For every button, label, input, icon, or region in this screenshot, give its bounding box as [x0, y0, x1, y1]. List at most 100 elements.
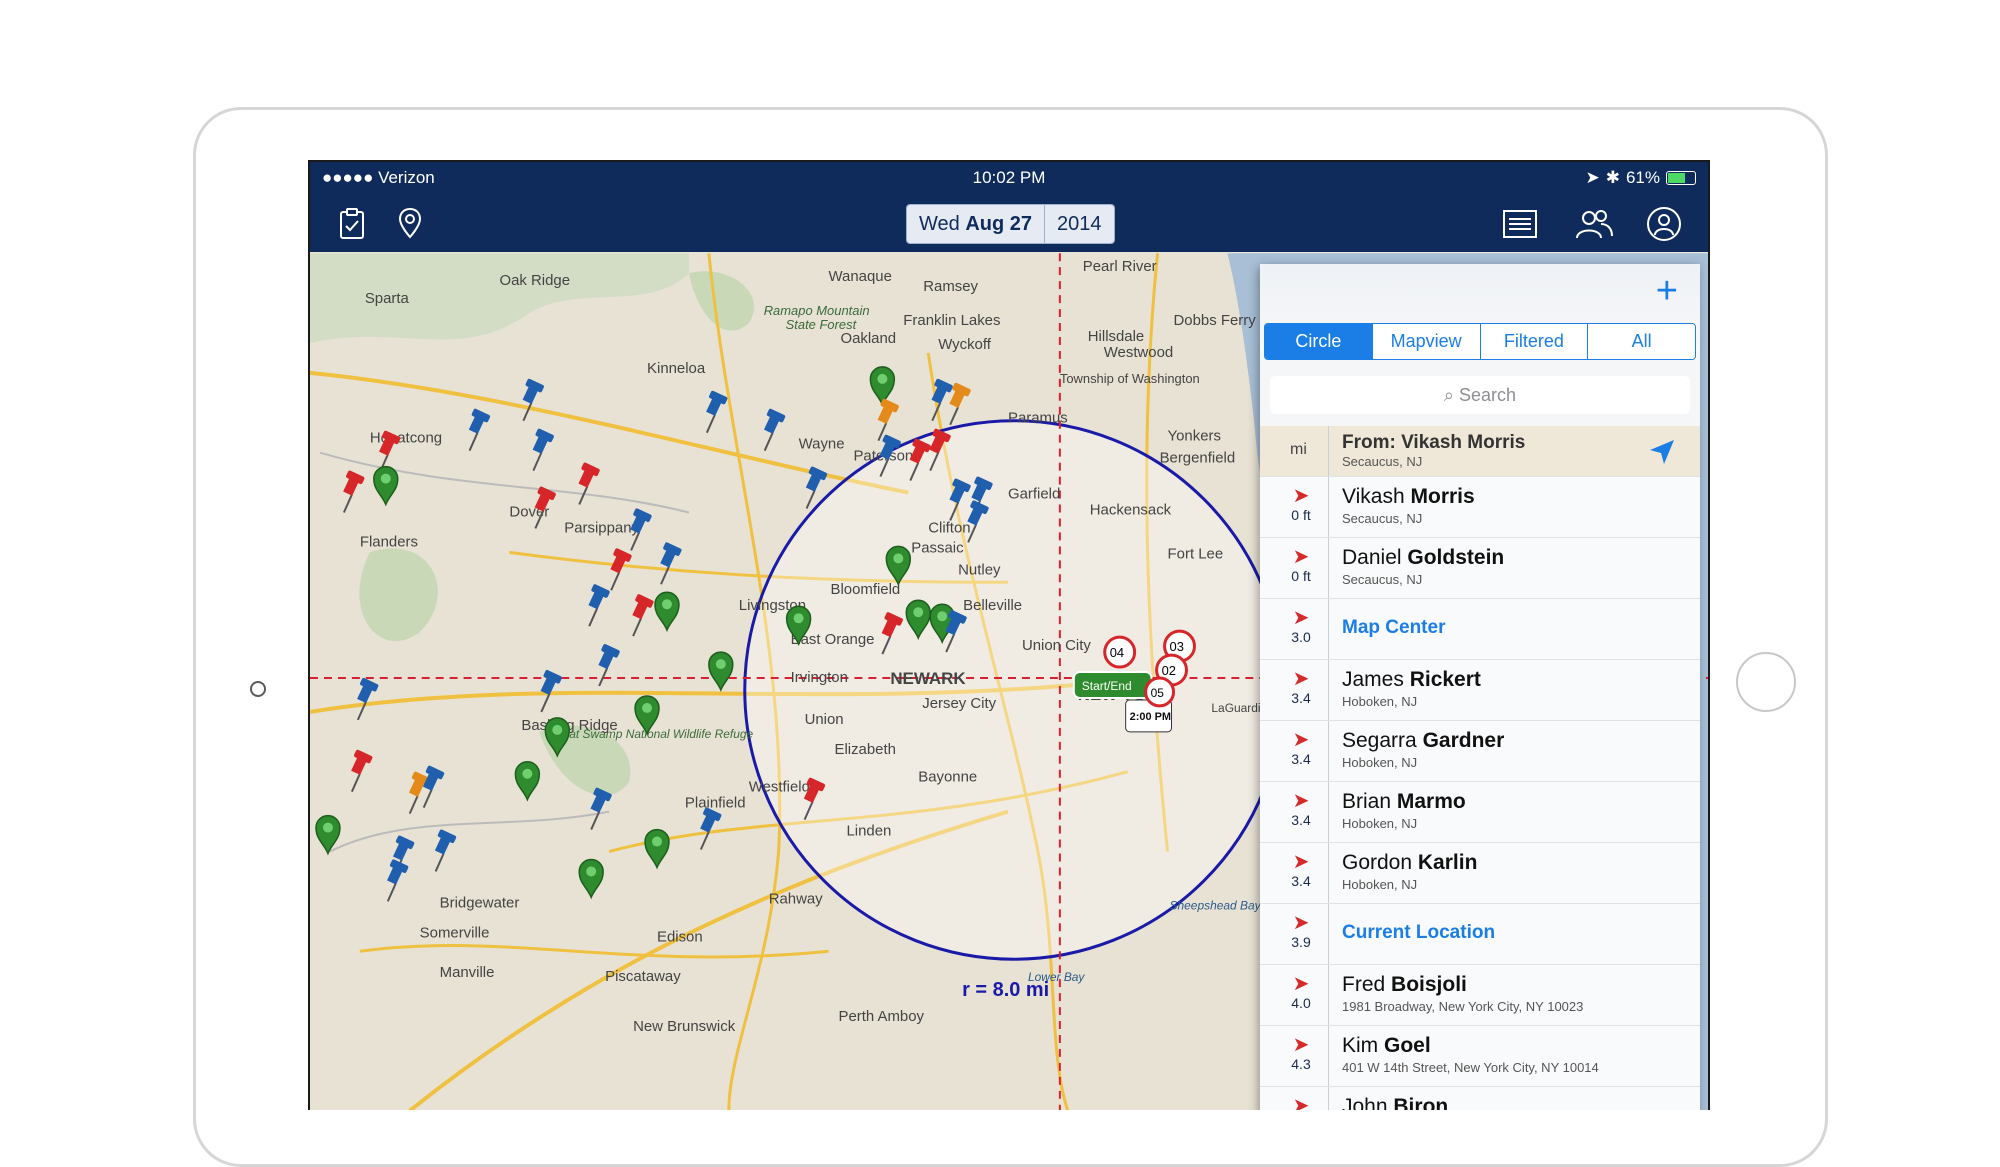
place-label: Somerville: [420, 924, 490, 941]
place-label: Perth Amboy: [838, 1008, 924, 1025]
search-input[interactable]: ⌕ Search: [1270, 376, 1690, 414]
place-label: Jersey City: [922, 695, 996, 712]
year-value[interactable]: 2014: [1044, 205, 1114, 243]
contact-row[interactable]: ➤ 3.4 Segarra Gardner Hoboken, NJ: [1260, 721, 1700, 782]
distance: ➤ 3.4: [1276, 729, 1326, 775]
contact-addr: 1981 Broadway, New York City, NY 10023: [1342, 999, 1584, 1014]
place-label: Hillsdale: [1088, 328, 1144, 345]
row-divider: [1328, 1026, 1329, 1086]
distance: ➤ 4.0: [1276, 973, 1326, 1019]
place-label: Sparta: [365, 290, 410, 307]
contact-row[interactable]: ➤ 0 ft Daniel Goldstein Secaucus, NJ: [1260, 538, 1700, 599]
segment-circle[interactable]: Circle: [1265, 324, 1372, 359]
direction-arrow-icon: ➤: [1292, 790, 1310, 812]
distance: ➤ 0 ft: [1276, 546, 1326, 592]
route-stop: 04: [1110, 645, 1124, 660]
segment-mapview[interactable]: Mapview: [1371, 324, 1480, 359]
place-label: Bloomfield: [831, 581, 901, 598]
panel-header: + Circle Mapview Filtered All: [1260, 264, 1700, 360]
direction-arrow-icon: ➤: [1292, 729, 1310, 751]
contact-row[interactable]: ➤ 0 ft Vikash Morris Secaucus, NJ: [1260, 477, 1700, 538]
status-bar: ●●●●● Verizon 10:02 PM ➤ ✱ 61%: [310, 162, 1708, 194]
last-name: Boisjoli: [1391, 973, 1467, 996]
profile-icon[interactable]: [1644, 204, 1684, 244]
contact-row[interactable]: ➤ 3.4 James Rickert Hoboken, NJ: [1260, 660, 1700, 721]
home-button[interactable]: [1736, 652, 1796, 712]
first-name: Gordon: [1342, 851, 1413, 874]
navigation-arrow-icon[interactable]: [1648, 438, 1676, 471]
start-end-label: Start/End: [1082, 679, 1132, 693]
direction-arrow-icon: ➤: [1292, 668, 1310, 690]
contact-addr: Hoboken, NJ: [1342, 755, 1418, 770]
place-label: New Brunswick: [633, 1018, 736, 1035]
last-name: Morris: [1410, 485, 1475, 508]
first-name: Vikash: [1342, 485, 1405, 508]
distance-value: 3.9: [1291, 934, 1311, 950]
row-divider: [1328, 426, 1329, 476]
place-label: Manville: [440, 964, 495, 981]
last-name: Goldstein: [1407, 546, 1505, 569]
contact-addr: Hoboken, NJ: [1342, 877, 1418, 892]
date-day: Wed: [919, 213, 960, 235]
special-row[interactable]: ➤ 3.9 Current Location: [1260, 904, 1700, 965]
contact-name: Segarra Gardner: [1342, 729, 1504, 753]
place-label: Oakland: [840, 330, 896, 347]
row-divider: [1328, 843, 1329, 903]
segment-filtered[interactable]: Filtered: [1479, 324, 1588, 359]
contact-name: James Rickert: [1342, 668, 1481, 692]
distance-value: 4.3: [1291, 1056, 1311, 1072]
place-label: Ramsey: [923, 278, 978, 295]
place-label: Wayne: [799, 436, 845, 453]
contact-row[interactable]: ➤ 4.0 Fred Boisjoli 1981 Broadway, New York…: [1260, 965, 1700, 1026]
bluetooth-icon: ✱: [1605, 168, 1620, 187]
place-label: Westwood: [1104, 344, 1173, 361]
list-icon[interactable]: [1500, 204, 1540, 244]
map-pin-icon[interactable]: [390, 204, 430, 244]
contact-name: Brian Marmo: [1342, 790, 1466, 814]
contact-name: Daniel Goldstein: [1342, 546, 1504, 570]
from-name: From: Vikash Morris: [1342, 432, 1526, 453]
place-label: Plainfield: [685, 795, 746, 812]
contacts-icon[interactable]: [1574, 204, 1614, 244]
row-divider: [1328, 477, 1329, 537]
place-label: Bergenfield: [1160, 450, 1236, 467]
direction-arrow-icon: ➤: [1292, 607, 1310, 629]
distance-value: 3.0: [1291, 629, 1311, 645]
distance: ➤ 3.0: [1276, 607, 1326, 653]
contact-row[interactable]: ➤ 3.4 Brian Marmo Hoboken, NJ: [1260, 782, 1700, 843]
first-name: James: [1342, 668, 1404, 691]
from-row[interactable]: mi From: Vikash Morris Secaucus, NJ: [1260, 426, 1700, 477]
contact-addr: 401 W 14th Street, New York City, NY 100…: [1342, 1060, 1599, 1075]
special-label: Current Location: [1342, 922, 1496, 943]
contact-row[interactable]: ➤ 4.3 Kim Goel 401 W 14th Street, New York …: [1260, 1026, 1700, 1087]
battery-percent: 61%: [1625, 168, 1660, 187]
distance: ➤ 0 ft: [1276, 485, 1326, 531]
contact-name: Gordon Karlin: [1342, 851, 1477, 875]
add-button[interactable]: +: [1656, 270, 1678, 313]
row-divider: [1328, 538, 1329, 598]
place-label: Fort Lee: [1168, 545, 1224, 562]
place-label: Union City: [1022, 637, 1091, 654]
place-label: Pearl River: [1083, 258, 1157, 275]
clipboard-icon[interactable]: [332, 204, 372, 244]
contact-addr: Secaucus, NJ: [1342, 572, 1423, 587]
date-value[interactable]: Wed Aug 27: [907, 205, 1045, 243]
battery-icon: [1666, 171, 1696, 185]
distance-value: 3.4: [1291, 690, 1311, 706]
contact-row[interactable]: ➤ John Biron: [1260, 1087, 1700, 1110]
distance-value: 0 ft: [1291, 568, 1311, 584]
place-label: Dobbs Ferry: [1174, 312, 1257, 329]
row-divider: [1328, 599, 1329, 659]
contact-row[interactable]: ➤ 3.4 Gordon Karlin Hoboken, NJ: [1260, 843, 1700, 904]
place-label: Township of Washington: [1060, 371, 1200, 386]
search-placeholder: Search: [1459, 385, 1517, 405]
segment-all[interactable]: All: [1587, 324, 1695, 359]
special-row[interactable]: ➤ 3.0 Map Center: [1260, 599, 1700, 660]
last-name: Karlin: [1417, 851, 1478, 874]
route-stop: 03: [1170, 639, 1184, 654]
place-label: Passaic: [911, 539, 964, 556]
date-picker[interactable]: Wed Aug 27 2014: [906, 204, 1115, 244]
place-label: Lower Bay: [1028, 970, 1085, 984]
row-divider: [1328, 1087, 1329, 1110]
place-label: Flanders: [360, 533, 418, 550]
